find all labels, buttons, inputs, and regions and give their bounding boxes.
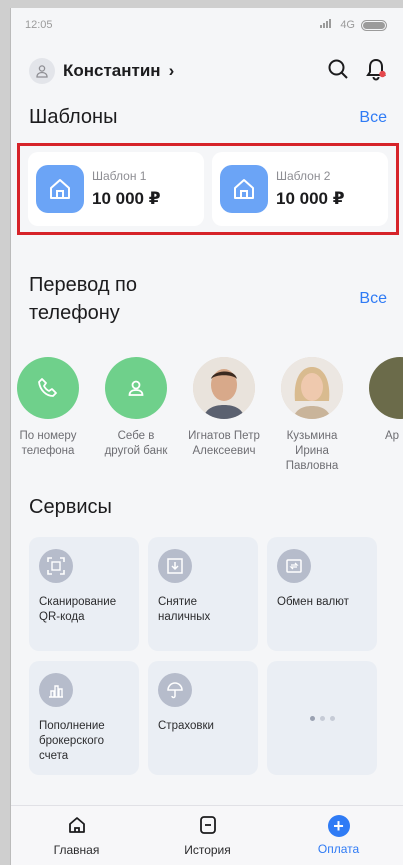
loading-dots [277, 673, 367, 763]
contacts-carousel[interactable]: По номеру телефона Себе в другой банк Иг… [11, 357, 403, 474]
template-name: Шаблон 2 [276, 169, 331, 183]
app-header: Константин › [11, 42, 403, 100]
phone-icon [17, 357, 79, 419]
template-card-1[interactable]: Шаблон 1 10 000 ₽ [28, 152, 204, 226]
tab-label: История [184, 842, 231, 857]
person-icon [105, 357, 167, 419]
service-loading-placeholder [267, 661, 377, 775]
plus-icon: + [327, 815, 350, 837]
phone-screen: 12:05 4G Константин › Шаблоны Все Шаблон… [10, 8, 403, 865]
signal-icon [320, 19, 334, 31]
contact-by-phone[interactable]: По номеру телефона [11, 357, 85, 474]
person-icon [36, 65, 48, 78]
tab-label: Главная [53, 842, 100, 857]
contact-photo [281, 357, 343, 419]
templates-all-link[interactable]: Все [359, 109, 387, 127]
services-grid: Сканирование QR-кода Снятие наличных Обм… [29, 537, 403, 775]
service-qr-scan[interactable]: Сканирование QR-кода [29, 537, 139, 651]
service-label: Обмен валют [277, 596, 349, 608]
service-insurance[interactable]: Страховки [148, 661, 258, 775]
chart-icon [39, 673, 73, 707]
service-broker-topup[interactable]: Пополнение брокерского счета [29, 661, 139, 775]
contact-photo [369, 357, 403, 419]
contact-label: Себе в другой банк [104, 430, 168, 457]
network-type: 4G [340, 19, 355, 31]
contact-ignatov[interactable]: Игнатов Петр Алексеевич [187, 357, 261, 474]
avatar [29, 58, 55, 84]
templates-title: Шаблоны [29, 106, 118, 128]
battery-icon [361, 19, 387, 31]
currency-exchange-icon [277, 549, 311, 583]
contact-label: Игнатов Петр Алексеевич [188, 430, 260, 457]
tab-home[interactable]: Главная [11, 806, 142, 865]
contact-partial[interactable]: Ар ре [363, 357, 403, 474]
template-name: Шаблон 1 [92, 169, 147, 183]
service-label: Пополнение брокерского счета [39, 720, 105, 762]
contact-photo [193, 357, 255, 419]
home-icon [220, 165, 268, 213]
status-bar: 12:05 4G [11, 8, 403, 42]
chevron-right-icon: › [168, 61, 175, 80]
tab-history[interactable]: История [142, 806, 273, 865]
service-currency-exchange[interactable]: Обмен валют [267, 537, 377, 651]
bottom-tab-bar: Главная История + Оплата [11, 805, 403, 865]
transfer-all-link[interactable]: Все [359, 290, 387, 308]
qr-scan-icon [39, 549, 73, 583]
template-card-2[interactable]: Шаблон 2 10 000 ₽ [212, 152, 388, 226]
tab-label: Оплата [317, 842, 360, 856]
service-cash-withdraw[interactable]: Снятие наличных [148, 537, 258, 651]
search-icon[interactable] [327, 58, 349, 85]
home-icon [36, 165, 84, 213]
service-label: Снятие наличных [158, 596, 211, 623]
contact-label: По номеру телефона [19, 430, 77, 457]
user-name: Константин [63, 61, 161, 80]
contact-label: Кузьмина Ирина Павловна [285, 430, 339, 472]
transfer-title: Перевод по телефону [29, 274, 138, 324]
profile-button[interactable]: Константин › [29, 58, 174, 84]
history-icon [198, 815, 218, 838]
service-label: Страховки [158, 720, 214, 732]
service-label: Сканирование QR-кода [39, 596, 117, 623]
contact-label: Ар ре [384, 430, 403, 442]
notifications-bell-icon[interactable] [365, 57, 387, 86]
contact-kuzmina[interactable]: Кузьмина Ирина Павловна [275, 357, 349, 474]
templates-list: Шаблон 1 10 000 ₽ Шаблон 2 10 000 ₽ [17, 143, 399, 235]
status-time: 12:05 [25, 19, 53, 31]
cash-withdraw-icon [158, 549, 192, 583]
tab-payment[interactable]: + Оплата [273, 806, 403, 865]
contact-self-other-bank[interactable]: Себе в другой банк [99, 357, 173, 474]
umbrella-icon [158, 673, 192, 707]
services-title: Сервисы [29, 496, 112, 518]
template-amount: 10 000 ₽ [92, 189, 161, 208]
template-amount: 10 000 ₽ [276, 189, 345, 208]
home-icon [67, 815, 87, 838]
